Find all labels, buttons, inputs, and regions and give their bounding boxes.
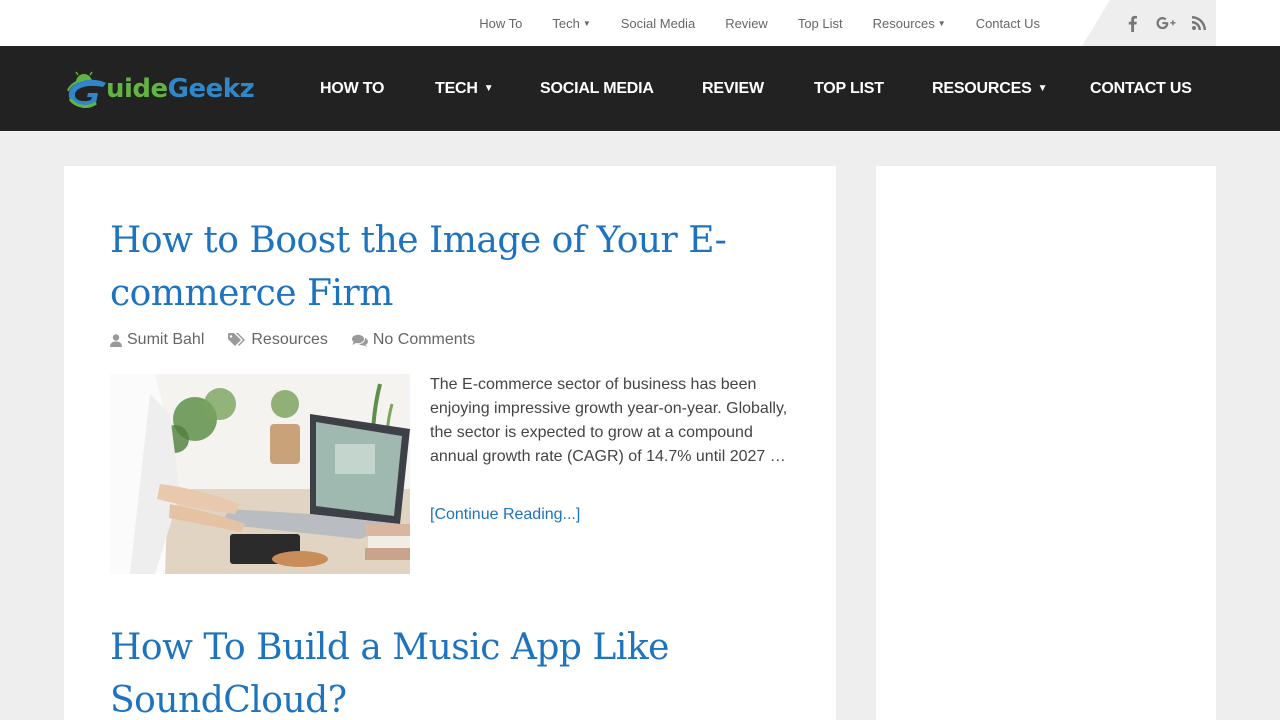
rss-icon[interactable] <box>1183 16 1216 30</box>
caret-down-icon: ▼ <box>582 18 591 28</box>
topnav-item-social-media[interactable]: Social Media <box>621 16 695 31</box>
user-icon <box>110 333 122 347</box>
facebook-icon[interactable] <box>1116 15 1149 32</box>
social-links <box>1082 0 1216 46</box>
comments-icon <box>351 334 368 347</box>
caret-down-icon: ▼ <box>483 83 494 94</box>
mainnav-item-how-to[interactable]: HOW TO <box>320 46 384 131</box>
mainnav-item-top-list[interactable]: TOP LIST <box>814 46 884 131</box>
secondary-nav: How To Tech ▼ Social Media Review Top Lis… <box>449 0 1040 46</box>
topnav-item-how-to[interactable]: How To <box>479 16 522 31</box>
post-title-link[interactable]: How To Build a Music App Like SoundCloud… <box>110 621 750 720</box>
continue-reading-link[interactable]: [Continue Reading...] <box>430 506 580 524</box>
post-author[interactable]: Sumit Bahl <box>110 331 204 349</box>
post-comments[interactable]: No Comments <box>351 331 475 349</box>
post-excerpt: The E-commerce sector of business has be… <box>430 376 788 465</box>
mainnav-item-tech[interactable]: TECH ▼ <box>435 46 494 131</box>
caret-down-icon: ▼ <box>937 18 946 28</box>
sidebar <box>876 166 1216 720</box>
topnav-item-review[interactable]: Review <box>725 16 768 31</box>
main-content: How to Boost the Image of Your E-commerc… <box>64 166 836 720</box>
google-plus-icon[interactable] <box>1149 15 1182 31</box>
caret-down-icon: ▼ <box>1037 83 1048 94</box>
mainnav-item-review[interactable]: REVIEW <box>702 46 764 131</box>
post-title-link[interactable]: How to Boost the Image of Your E-commerc… <box>110 214 750 320</box>
mainnav-item-social-media[interactable]: SOCIAL MEDIA <box>540 46 654 131</box>
topnav-item-tech[interactable]: Tech ▼ <box>552 16 590 31</box>
tags-icon <box>228 333 246 347</box>
post-thumbnail[interactable] <box>110 374 410 574</box>
mainnav-item-resources[interactable]: RESOURCES ▼ <box>932 46 1047 131</box>
topnav-item-contact-us[interactable]: Contact Us <box>976 16 1040 31</box>
primary-nav: HOW TO TECH ▼ SOCIAL MEDIA REVIEW TOP LIS… <box>0 46 1280 131</box>
top-bar: How To Tech ▼ Social Media Review Top Lis… <box>0 0 1280 46</box>
topnav-item-resources[interactable]: Resources ▼ <box>873 16 946 31</box>
mainnav-item-contact-us[interactable]: CONTACT US <box>1090 46 1192 131</box>
post-category[interactable]: Resources <box>228 331 328 349</box>
topnav-item-top-list[interactable]: Top List <box>798 16 843 31</box>
main-header: uideGeekz HOW TO TECH ▼ SOCIAL MEDIA REVI… <box>0 46 1280 131</box>
post-meta: Sumit Bahl Resources No Comments <box>110 331 499 349</box>
